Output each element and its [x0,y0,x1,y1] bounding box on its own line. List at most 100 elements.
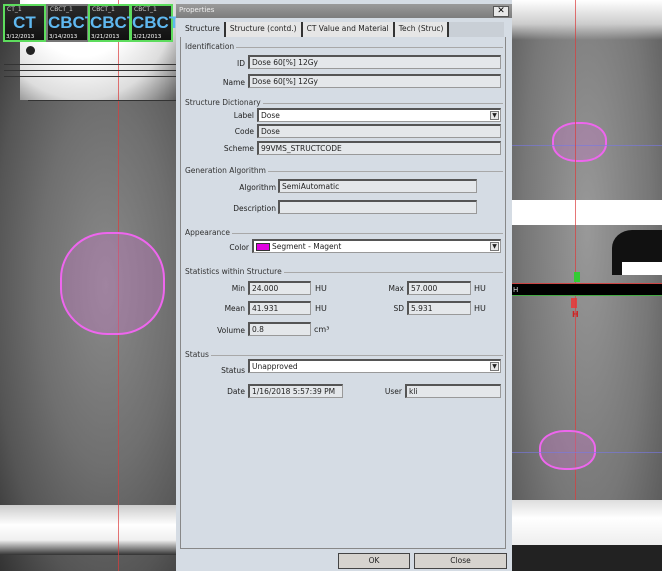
orientation-marker: H [513,286,519,294]
section-status: Status [185,350,211,359]
min-field: 24.000 [248,281,311,295]
ruler-line [28,100,176,101]
ct-view-right[interactable]: H H [512,0,662,571]
structure-contour[interactable] [60,232,165,335]
anatomy-bright-region [512,0,662,40]
max-field: 57.000 [407,281,471,295]
properties-dialog: Properties ✕ Structure Structure (contd.… [176,0,512,571]
id-label: ID [237,59,245,68]
crosshair-horizontal [512,452,662,453]
thumb-modality: CT [13,13,36,32]
thumb-series: CBCT_1 [92,6,115,13]
thumbnail-cbct[interactable]: CBCT_1 CBCT 3/21/2013 [130,4,180,42]
anatomy-bone-region [512,200,662,225]
unit-hu: HU [315,304,327,313]
unit-hu: HU [474,304,486,313]
tab-structure-contd[interactable]: Structure (contd.) [225,22,303,37]
tab-bar: Structure Structure (contd.) CT Value an… [181,22,504,37]
thumb-series: CT_1 [7,6,22,13]
volume-label: Volume [217,326,245,335]
algorithm-field[interactable]: SemiAutomatic [278,179,477,193]
user-label: User [384,387,402,396]
structure-contour[interactable] [539,430,596,470]
color-label: Color [229,243,249,252]
tab-structure[interactable]: Structure [181,22,226,37]
section-structure-dictionary: Structure Dictionary [185,98,263,107]
ruler-line [4,76,176,77]
id-field[interactable]: Dose 60[%] 12Gy [248,55,501,69]
date-field: 1/16/2018 5:57:39 PM [248,384,343,398]
pin-icon[interactable] [26,46,35,55]
thumb-modality: CBCT [132,13,180,32]
close-button[interactable]: Close [414,553,507,569]
thumb-modality: CBCT [48,13,96,32]
anatomy-bone-region [0,505,176,555]
unit-hu: HU [474,284,486,293]
chevron-down-icon[interactable]: ▼ [490,111,499,120]
thumb-date: 3/21/2013 [91,34,120,40]
thumb-date: 3/14/2013 [49,34,78,40]
unit-cm3: cm³ [314,325,330,334]
structure-contour[interactable] [552,122,607,162]
color-swatch [256,243,270,251]
sd-label: SD [393,304,404,313]
section-appearance: Appearance [185,228,233,237]
sd-field: 5.931 [407,301,471,315]
thumb-date: 3/12/2013 [6,34,35,40]
dialog-titlebar[interactable]: Properties ✕ [176,4,512,18]
scheme-field[interactable]: 99VMS_STRUCTCODE [257,141,501,155]
section-generation-algorithm: Generation Algorithm [185,166,268,175]
close-icon[interactable]: ✕ [493,6,509,17]
dialog-title: Properties [179,6,215,14]
thumb-series: CBCT_1 [134,6,157,13]
tab-ct-value-material[interactable]: CT Value and Material [302,22,395,37]
thumb-date: 3/21/2013 [133,34,162,40]
min-label: Min [231,284,245,293]
color-select[interactable]: Segment - Magent ▼ [252,239,501,253]
label-value: Dose [261,111,280,120]
mean-label: Mean [224,304,245,313]
color-value: Segment - Magent [272,242,342,251]
label-select[interactable]: Dose ▼ [257,108,501,122]
date-label: Date [227,387,245,396]
ct-view-left[interactable] [0,0,176,571]
crosshair-vertical [575,0,576,283]
ruler-line [4,64,176,65]
name-field[interactable]: Dose 60[%] 12Gy [248,74,501,88]
thumbnail-cbct[interactable]: CBCT_1 CBCT 3/14/2013 [46,4,96,42]
description-label: Description [233,204,276,213]
section-statistics: Statistics within Structure [185,267,284,276]
ok-button[interactable]: OK [338,553,410,569]
divider [185,355,503,356]
slice-marker[interactable] [574,272,580,282]
view-divider[interactable]: H [512,283,662,296]
divider [185,233,503,234]
thumbnail-ct[interactable]: CT_1 CT 3/12/2013 [3,4,46,42]
mean-field: 41.931 [248,301,311,315]
max-label: Max [388,284,404,293]
algorithm-label: Algorithm [239,183,276,192]
anatomy-bone-region [512,500,662,545]
structure-panel: Identification ID Dose 60[%] 12Gy Name D… [180,37,506,549]
slice-marker[interactable] [571,298,577,308]
thumb-series: CBCT_1 [50,6,73,13]
thumb-modality: CBCT [90,13,138,32]
user-field: kli [405,384,501,398]
status-select[interactable]: Unapproved ▼ [248,359,501,373]
anatomy-bone-region [622,262,662,275]
status-label: Status [221,366,245,375]
chevron-down-icon[interactable]: ▼ [490,242,499,251]
unit-hu: HU [315,284,327,293]
scheme-label: Scheme [223,144,254,153]
crosshair-horizontal [512,145,662,146]
code-label: Code [234,127,254,136]
thumbnail-cbct[interactable]: CBCT_1 CBCT 3/21/2013 [88,4,138,42]
status-value: Unapproved [252,362,298,371]
tab-tech[interactable]: Tech (Struc) [394,22,450,37]
description-field[interactable] [278,200,477,214]
code-field[interactable]: Dose [257,124,501,138]
anatomy-dark-region [512,545,662,571]
volume-field: 0.8 [248,322,311,336]
chevron-down-icon[interactable]: ▼ [490,362,499,371]
name-label: Name [222,78,245,87]
